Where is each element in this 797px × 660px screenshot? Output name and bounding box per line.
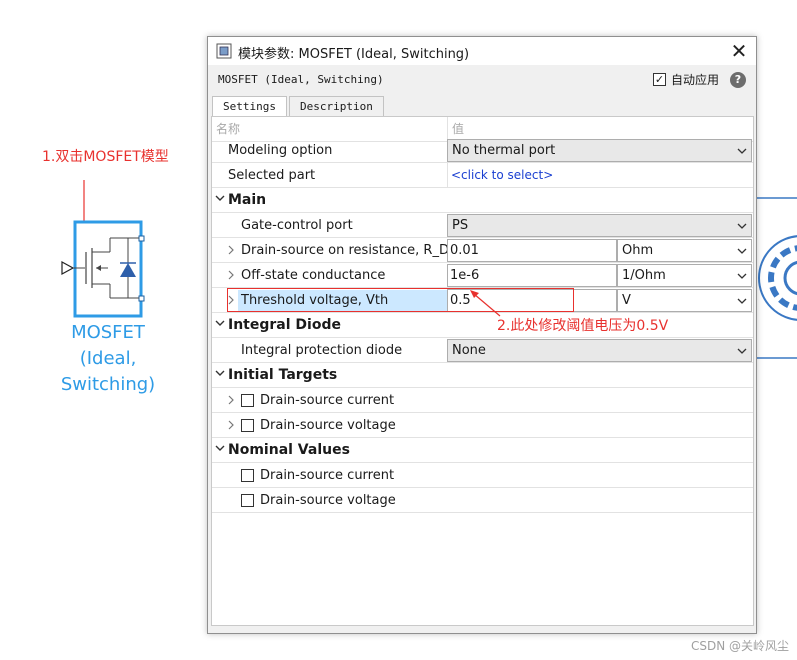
row-nominal-current: Drain-source current [212,463,753,488]
chevron-right-icon[interactable] [227,270,235,280]
chevron-down-icon [737,223,747,229]
row-initial-target-voltage: Drain-source voltage [212,413,753,438]
nominal-current-checkbox[interactable] [241,469,254,482]
param-name: Drain-source voltage [260,418,396,433]
param-name: Drain-source current [260,393,395,408]
parameter-grid: 名称 值 Modeling option No thermal port Sel… [211,116,754,626]
row-integral-protection-diode: Integral protection diode None [212,338,753,363]
watermark: CSDN @关岭风尘 [690,639,789,653]
block-parameters-dialog: 模块参数: MOSFET (Ideal, Switching) ✕ MOSFET… [207,36,757,634]
off-conductance-unit-dropdown[interactable]: 1/Ohm [617,264,752,287]
section-label: Main [228,192,267,208]
tab-description[interactable]: Description [288,96,384,116]
annotation-step2: 2.此处修改阈值电压为0.5V [497,318,669,334]
select-part-link[interactable]: <click to select> [451,168,553,182]
dropdown-value: 1/Ohm [622,268,666,283]
section-label: Nominal Values [228,442,350,458]
auto-apply-label: 自动应用 [670,73,719,87]
chevron-down-icon [215,370,225,376]
dialog-title: 模块参数: MOSFET (Ideal, Switching) [238,47,470,62]
gate-control-dropdown[interactable]: PS [447,214,752,237]
param-name: Modeling option [228,143,333,158]
row-modeling-option: Modeling option No thermal port [212,138,753,163]
chevron-down-icon [215,320,225,326]
row-drain-source-resistance: Drain-source on resistance, R_DS... 0.01… [212,238,753,263]
dropdown-value: PS [452,218,469,233]
nominal-voltage-checkbox[interactable] [241,494,254,507]
initial-target-voltage-checkbox[interactable] [241,419,254,432]
rds-value-field[interactable]: 0.01 [447,239,617,262]
param-name: Integral protection diode [241,343,403,358]
param-name: Drain-source current [260,468,395,483]
protection-diode-dropdown[interactable]: None [447,339,752,362]
section-main[interactable]: Main [212,188,753,213]
help-icon[interactable]: ? [730,71,746,88]
param-name: Drain-source voltage [260,493,396,508]
row-initial-target-current: Drain-source current [212,388,753,413]
dropdown-value: None [452,343,486,358]
row-selected-part: Selected part <click to select> [212,163,753,188]
section-label: Initial Targets [228,367,338,383]
threshold-voltage-unit-dropdown[interactable]: V [617,289,752,312]
modeling-option-dropdown[interactable]: No thermal port [447,139,752,162]
param-name: Off-state conductance [241,268,386,283]
chevron-down-icon [737,348,747,354]
block-label-line: (Ideal, [79,348,137,369]
simulink-block-icon [216,43,232,59]
mosfet-block[interactable] [61,220,145,318]
field-value: 0.01 [450,243,479,258]
chevron-down-icon [215,195,225,201]
column-header-name: 名称 [216,122,241,136]
row-gate-control-port: Gate-control port PS [212,213,753,238]
annotation-highlight-box [227,288,574,312]
mosfet-block-label: MOSFET (Ideal, Switching) [48,320,168,398]
dropdown-value: No thermal port [452,143,556,158]
chevron-down-icon [737,273,747,279]
tab-settings[interactable]: Settings [212,96,287,116]
dialog-subheader: MOSFET (Ideal, Switching) ✓ 自动应用 ? [208,65,756,95]
dialog-titlebar[interactable]: 模块参数: MOSFET (Ideal, Switching) ✕ [208,37,756,65]
section-nominal-values[interactable]: Nominal Values [212,438,753,463]
block-label-line: Switching) [60,374,156,395]
block-label-line: MOSFET [71,322,145,343]
section-label: Integral Diode [228,317,341,333]
block-name-label: MOSFET (Ideal, Switching) [218,73,384,86]
chevron-right-icon[interactable] [227,395,235,405]
column-header-value: 值 [452,122,465,136]
close-button[interactable]: ✕ [722,37,756,65]
close-icon: ✕ [730,39,748,63]
param-name: Gate-control port [241,218,353,233]
param-name: Selected part [228,168,316,183]
chevron-down-icon [215,445,225,451]
field-value: 1e-6 [450,268,480,283]
section-initial-targets[interactable]: Initial Targets [212,363,753,388]
partial-component-graphic [757,197,797,359]
chevron-right-icon[interactable] [227,420,235,430]
rds-unit-dropdown[interactable]: Ohm [617,239,752,262]
row-nominal-voltage: Drain-source voltage [212,488,753,513]
dropdown-value: Ohm [622,243,654,258]
auto-apply-control[interactable]: ✓ 自动应用 ? [652,71,746,88]
auto-apply-checkbox[interactable]: ✓ [652,73,666,86]
chevron-right-icon[interactable] [227,245,235,255]
initial-target-current-checkbox[interactable] [241,394,254,407]
column-divider [447,163,448,188]
chevron-down-icon [737,148,747,154]
dropdown-value: V [622,293,631,308]
param-name: Drain-source on resistance, R_DS... [241,243,470,258]
chevron-down-icon [737,248,747,254]
dialog-tabs: Settings Description [212,96,384,116]
chevron-down-icon [737,298,747,304]
